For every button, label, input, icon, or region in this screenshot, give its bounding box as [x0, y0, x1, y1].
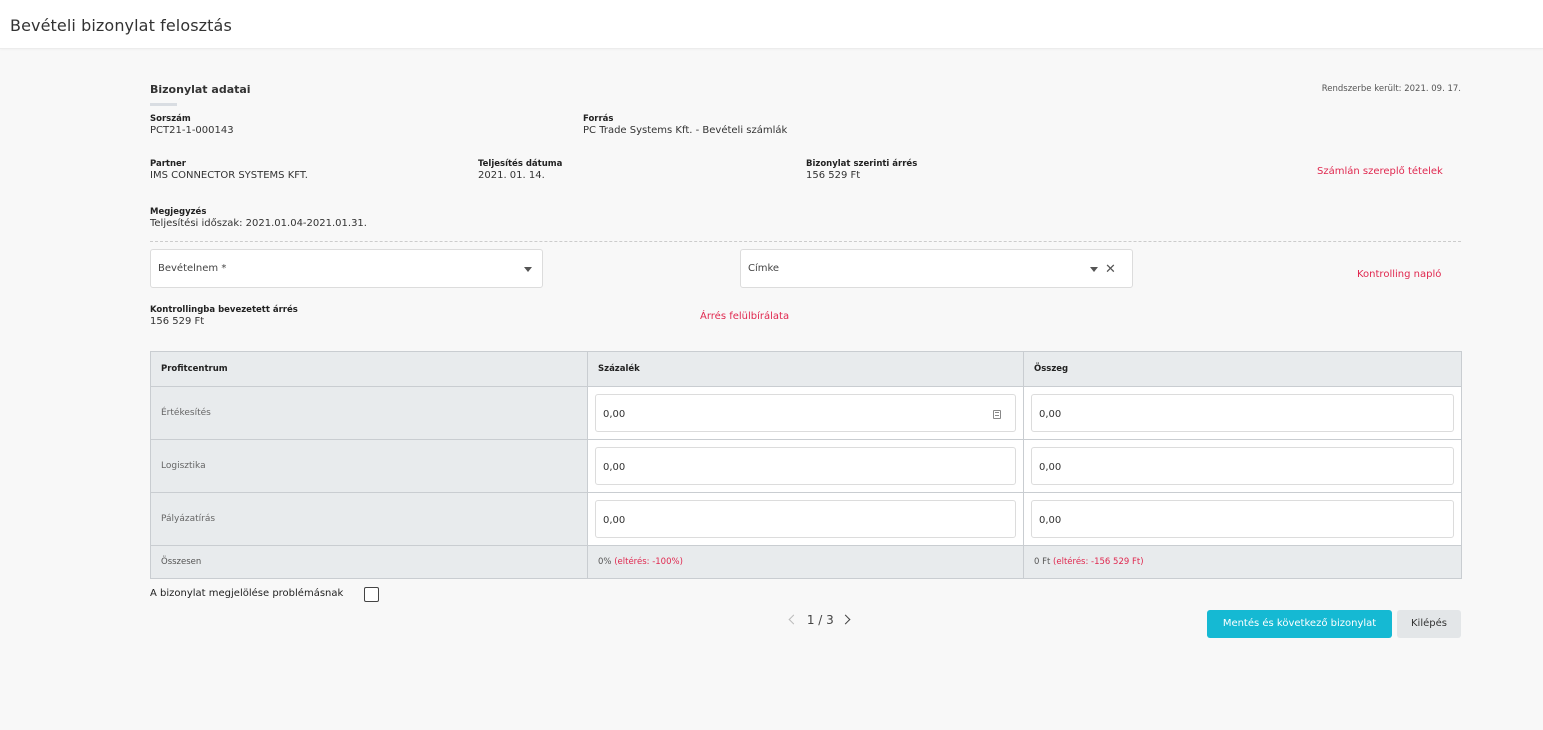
- header-amount: Összeg: [1023, 351, 1462, 387]
- controlling-margin-field: Kontrollingba bevezetett árrés 156 529 F…: [150, 305, 298, 327]
- table-row: Logisztika 0,00 0,00: [150, 439, 1462, 493]
- percent-input[interactable]: 0,00: [595, 500, 1016, 538]
- revenue-type-placeholder: Bevételnem *: [158, 263, 227, 274]
- header-percent: Százalék: [587, 351, 1024, 387]
- partner-label: Partner: [150, 159, 187, 169]
- table-row: Értékesítés 0,00 0,00: [150, 386, 1462, 440]
- table-header-row: Profitcentrum Százalék Összeg: [150, 351, 1462, 387]
- amount-input[interactable]: 0,00: [1031, 394, 1454, 432]
- pager-text: 1 / 3: [806, 613, 834, 627]
- controlling-margin-label: Kontrollingba bevezetett árrés: [150, 305, 298, 315]
- caret-down-icon: [524, 267, 532, 272]
- margin-field: Bizonylat szerinti árrés 156 529 Ft: [806, 159, 917, 181]
- percent-value: 0,00: [603, 462, 626, 473]
- profit-center-name: Logisztika: [150, 439, 588, 493]
- note-label: Megjegyzés: [150, 207, 207, 217]
- serial-value: PCT21-1-000143: [150, 125, 234, 136]
- note-value: Teljesítési időszak: 2021.01.04-2021.01.…: [150, 218, 367, 229]
- invoice-items-link[interactable]: Számlán szereplő tételek: [1317, 166, 1443, 177]
- source-field: Forrás PC Trade Systems Kft. - Bevételi …: [583, 114, 787, 136]
- percent-input[interactable]: 0,00: [595, 447, 1016, 485]
- serial-field: Sorszám PCT21-1-000143: [150, 114, 234, 136]
- total-amount: 0 Ft (eltérés: -156 529 Ft): [1023, 545, 1462, 579]
- total-label: Összesen: [150, 545, 588, 579]
- profit-center-name: Pályázatírás: [150, 492, 588, 546]
- margin-override-link[interactable]: Árrés felülbírálata: [700, 311, 789, 322]
- source-value: PC Trade Systems Kft. - Bevételi számlák: [583, 125, 788, 136]
- source-label: Forrás: [583, 114, 614, 124]
- margin-value: 156 529 Ft: [806, 170, 861, 181]
- amount-value: 0,00: [1039, 409, 1062, 420]
- registered-date: Rendszerbe került: 2021. 09. 17.: [1321, 84, 1461, 94]
- note-field: Megjegyzés Teljesítési időszak: 2021.01.…: [150, 207, 367, 229]
- pager: 1 / 3: [788, 613, 851, 627]
- top-bar: Bevételi bizonylat felosztás: [0, 0, 1543, 49]
- table-total-row: Összesen 0% (eltérés: -100%) 0 Ft (eltér…: [150, 545, 1462, 579]
- total-percent: 0% (eltérés: -100%): [587, 545, 1024, 579]
- problem-checkbox[interactable]: [364, 587, 379, 602]
- total-percent-value: 0%: [598, 557, 612, 567]
- profit-center-table: Profitcentrum Százalék Összeg Értékesíté…: [150, 351, 1462, 579]
- fulfilment-label: Teljesítés dátuma: [478, 159, 563, 169]
- percent-value: 0,00: [603, 409, 626, 420]
- fulfilment-value: 2021. 01. 14.: [478, 170, 545, 181]
- profit-center-name: Értékesítés: [150, 386, 588, 440]
- section-underline: [150, 103, 177, 106]
- amount-input[interactable]: 0,00: [1031, 500, 1454, 538]
- serial-label: Sorszám: [150, 114, 191, 124]
- amount-value: 0,00: [1039, 515, 1062, 526]
- percent-value: 0,00: [603, 515, 626, 526]
- chevron-right-icon[interactable]: [840, 614, 851, 625]
- section-title: Bizonylat adatai: [150, 83, 251, 96]
- header-profitcentrum: Profitcentrum: [150, 351, 588, 387]
- total-amount-diff: (eltérés: -156 529 Ft): [1053, 557, 1144, 567]
- total-amount-value: 0 Ft: [1034, 557, 1051, 567]
- percent-input[interactable]: 0,00: [595, 394, 1016, 432]
- total-percent-diff: (eltérés: -100%): [614, 557, 683, 567]
- amount-input[interactable]: 0,00: [1031, 447, 1454, 485]
- partner-field: Partner IMS CONNECTOR SYSTEMS KFT.: [150, 159, 308, 181]
- tag-select[interactable]: Címke ✕: [740, 249, 1133, 288]
- partner-value: IMS CONNECTOR SYSTEMS KFT.: [150, 170, 308, 181]
- save-next-button[interactable]: Mentés és következő bizonylat: [1207, 610, 1392, 638]
- problem-checkbox-label: A bizonylat megjelölése problémásnak: [150, 588, 344, 599]
- calculator-icon[interactable]: [993, 410, 1001, 419]
- amount-value: 0,00: [1039, 462, 1062, 473]
- page-title: Bevételi bizonylat felosztás: [10, 16, 232, 35]
- tag-placeholder: Címke: [748, 263, 780, 274]
- divider: [150, 241, 1461, 242]
- table-row: Pályázatírás 0,00 0,00: [150, 492, 1462, 546]
- margin-label: Bizonylat szerinti árrés: [806, 159, 918, 169]
- clear-icon[interactable]: ✕: [1105, 263, 1116, 276]
- exit-button[interactable]: Kilépés: [1397, 610, 1461, 638]
- caret-down-icon: [1090, 267, 1098, 272]
- revenue-type-select[interactable]: Bevételnem *: [150, 249, 543, 288]
- controlling-log-link[interactable]: Kontrolling napló: [1357, 269, 1441, 280]
- controlling-margin-value: 156 529 Ft: [150, 316, 205, 327]
- fulfilment-field: Teljesítés dátuma 2021. 01. 14.: [478, 159, 562, 181]
- chevron-left-icon[interactable]: [788, 614, 799, 625]
